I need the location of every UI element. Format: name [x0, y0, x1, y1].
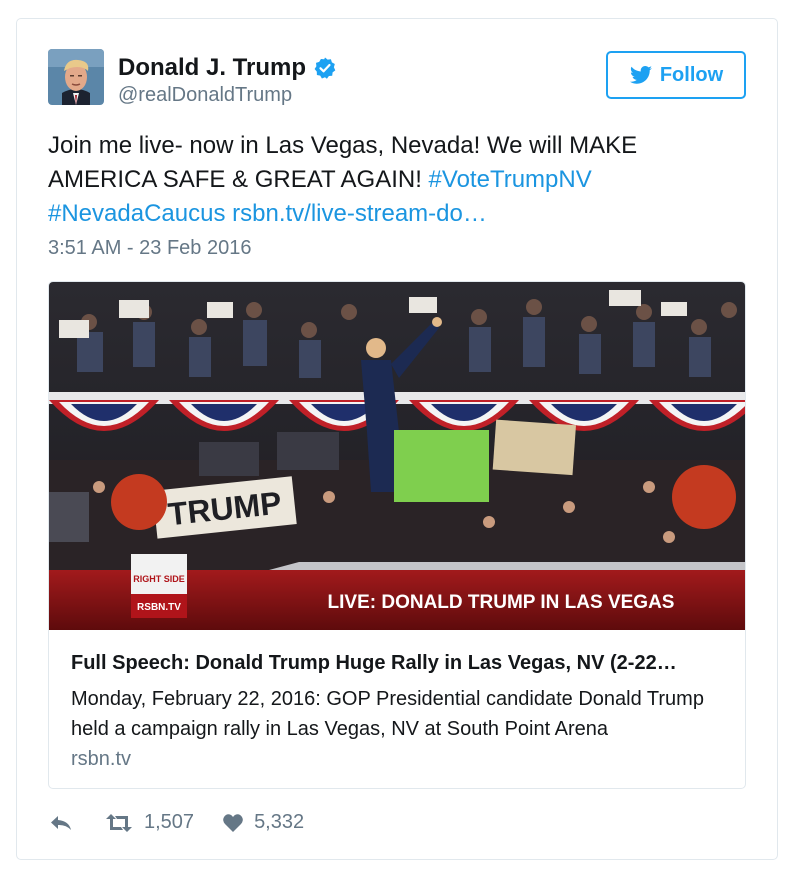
retweet-count: 1,507: [144, 811, 195, 833]
tweet-text: Join me live- now in Las Vegas, Nevada! …: [48, 129, 728, 231]
tweet-timestamp[interactable]: 3:51 AM - 23 Feb 2016: [48, 237, 251, 260]
tweet-card: Donald J. Trump @realDonaldTrump Follow …: [16, 18, 778, 860]
follow-button[interactable]: Follow: [606, 51, 746, 99]
hashtag-link[interactable]: #NevadaCaucus: [48, 200, 225, 227]
card-image: TRUMP LIVE: DONALD TRUMP IN LAS VEGAS RI…: [49, 282, 745, 630]
follow-label: Follow: [659, 63, 724, 86]
card-title: Full Speech: Donald Trump Huge Rally in …: [71, 652, 677, 674]
heart-icon: [223, 813, 243, 832]
link-preview-card[interactable]: TRUMP LIVE: DONALD TRUMP IN LAS VEGAS RI…: [48, 281, 746, 789]
card-domain: rsbn.tv: [71, 748, 132, 770]
bird-icon: [629, 66, 652, 84]
display-name-row: Donald J. Trump: [118, 53, 337, 83]
retweet-icon: [106, 813, 132, 832]
logo-line-1: RIGHT SIDE: [133, 574, 185, 584]
like-count: 5,332: [254, 811, 305, 833]
verified-badge-icon: [313, 56, 337, 80]
card-description: Monday, February 22, 2016: GOP President…: [71, 688, 704, 740]
reply-button[interactable]: [48, 812, 74, 834]
hashtag-link[interactable]: #VoteTrumpNV: [429, 166, 592, 193]
like-button[interactable]: 5,332: [222, 811, 304, 834]
logo-line-2: RSBN.TV: [137, 602, 181, 613]
author-name[interactable]: Donald J. Trump: [118, 53, 306, 83]
author-handle[interactable]: @realDonaldTrump: [118, 82, 337, 108]
retweet-button[interactable]: 1,507: [104, 811, 194, 834]
avatar-image: [48, 49, 104, 105]
avatar[interactable]: [48, 49, 104, 105]
url-link[interactable]: rsbn.tv/live-stream-do…: [232, 200, 487, 227]
reply-icon: [51, 815, 71, 830]
banner-text: LIVE: DONALD TRUMP IN LAS VEGAS: [328, 592, 675, 613]
author-block: Donald J. Trump @realDonaldTrump: [118, 53, 337, 108]
tweet-actions: 1,507 5,332: [48, 811, 304, 834]
